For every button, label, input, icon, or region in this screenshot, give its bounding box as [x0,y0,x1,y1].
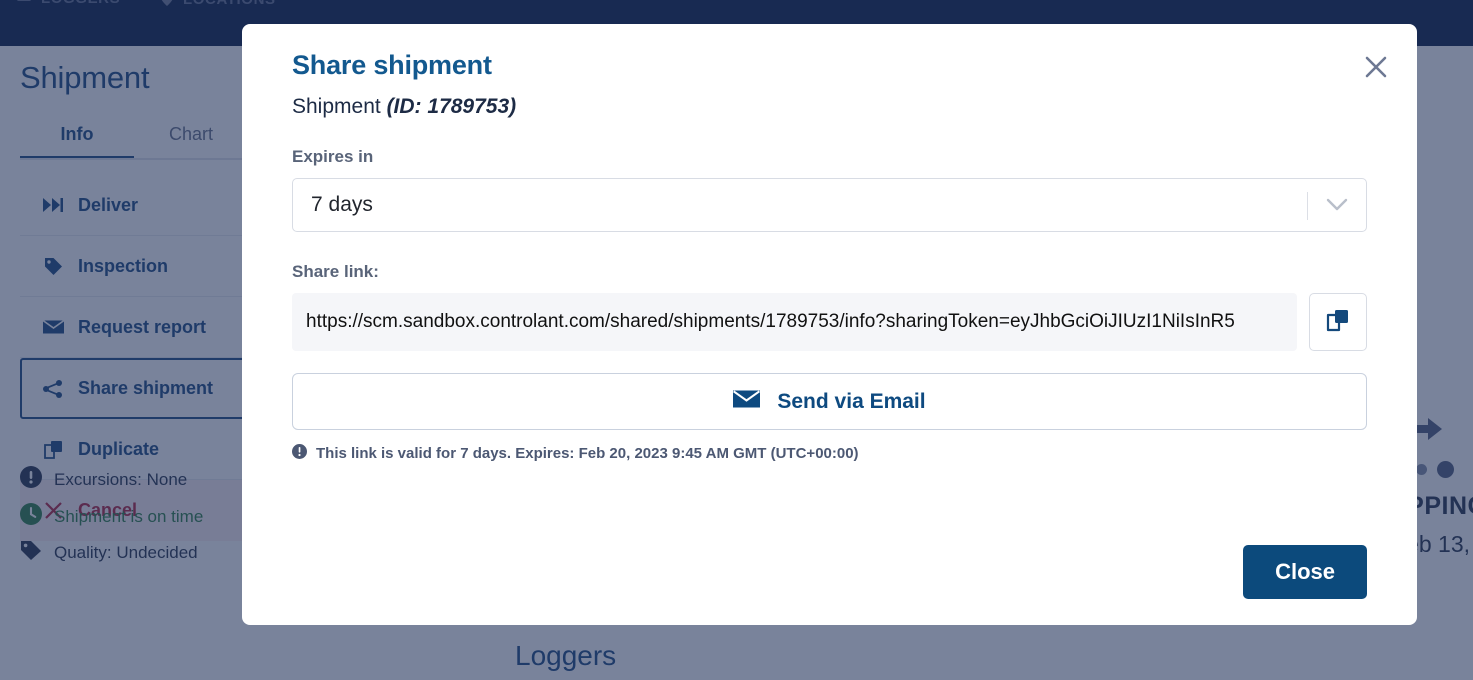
select-divider [1307,192,1308,220]
copy-link-button[interactable] [1309,293,1367,351]
chevron-down-icon[interactable] [1326,198,1348,212]
share-link-label: Share link: [292,262,379,281]
modal-subtitle: Shipment (ID: 1789753) [292,95,1367,119]
send-via-email-label: Send via Email [777,389,926,413]
expires-in-value: 7 days [311,193,373,216]
share-link-url: https://scm.sandbox.controlant.com/share… [306,311,1235,332]
validity-note-text: This link is valid for 7 days. Expires: … [316,445,859,462]
info-circle-icon [292,444,307,463]
validity-note: This link is valid for 7 days. Expires: … [292,444,1367,463]
expires-in-label: Expires in [292,147,374,166]
share-link-input[interactable]: https://scm.sandbox.controlant.com/share… [292,293,1297,351]
expires-in-select[interactable]: 7 days [292,178,1367,232]
close-icon[interactable] [1359,50,1393,84]
modal-body: Share shipment Shipment (ID: 1789753) Ex… [242,24,1417,463]
modal-footer: Close [1243,545,1367,599]
envelope-icon [733,389,761,414]
send-via-email-button[interactable]: Send via Email [292,373,1367,430]
modal-title: Share shipment [292,50,492,80]
copy-icon [1326,308,1350,337]
share-shipment-modal: Share shipment Shipment (ID: 1789753) Ex… [242,24,1417,625]
share-link-row: https://scm.sandbox.controlant.com/share… [292,293,1367,351]
close-button[interactable]: Close [1243,545,1367,599]
modal-subtitle-id: (ID: 1789753) [386,95,517,118]
modal-subtitle-name: Shipment [292,95,381,118]
